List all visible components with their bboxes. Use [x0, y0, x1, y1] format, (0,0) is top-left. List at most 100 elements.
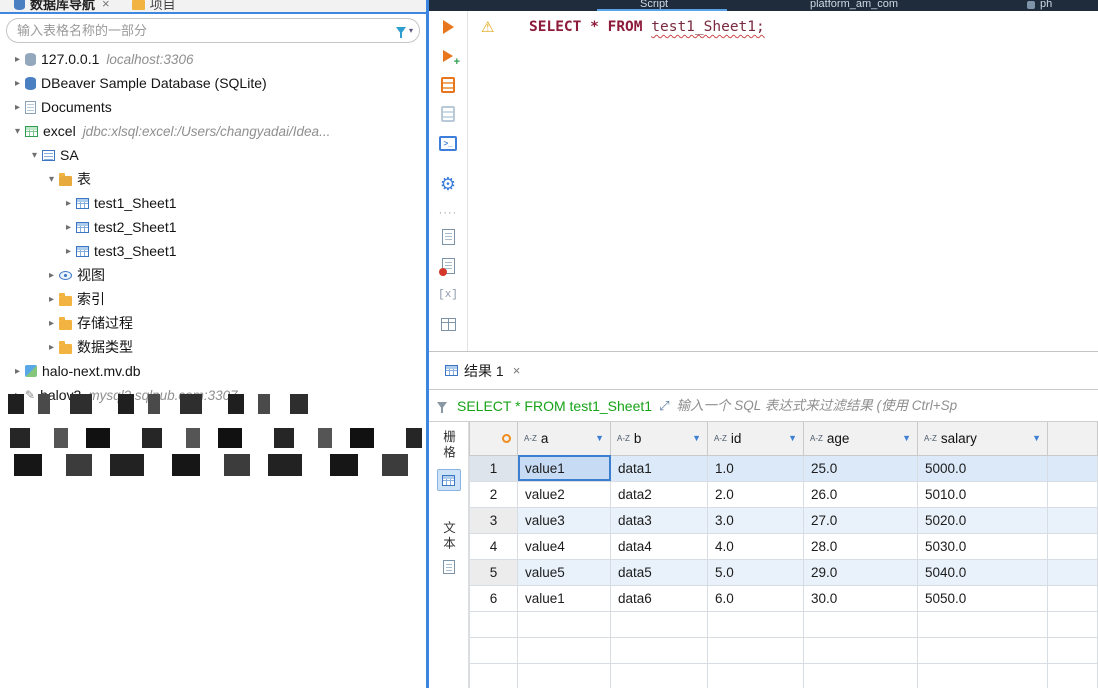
grid-cell[interactable]: value5	[517, 558, 611, 586]
tree-item-documents[interactable]: ▸ Documents	[0, 95, 426, 119]
chevron-right-icon[interactable]: ▸	[10, 366, 25, 377]
row-number[interactable]: 1	[469, 454, 518, 482]
editor-settings-button[interactable]: ⚙	[440, 175, 456, 193]
chevron-right-icon[interactable]: ▸	[10, 54, 25, 65]
grid-cell[interactable]: 26.0	[803, 480, 918, 508]
chevron-right-icon[interactable]: ▸	[44, 318, 59, 329]
grid-cell[interactable]: 28.0	[803, 532, 918, 560]
column-menu-icon[interactable]: ▼	[595, 433, 604, 443]
row-number-header[interactable]	[469, 422, 518, 456]
text-view-tab[interactable]	[442, 560, 455, 574]
grid-cell[interactable]: 5010.0	[917, 480, 1048, 508]
grid-cell[interactable]: 27.0	[803, 506, 918, 534]
grid-cell[interactable]: 5040.0	[917, 558, 1048, 586]
new-script-button[interactable]	[441, 229, 455, 245]
grid-cell[interactable]: value2	[517, 480, 611, 508]
column-menu-icon[interactable]: ▼	[1032, 433, 1041, 443]
tree-item-excel[interactable]: ▾ excel jdbc:xlsql:excel:/Users/changyad…	[0, 119, 426, 143]
chevron-right-icon[interactable]: ▸	[44, 270, 59, 281]
expand-icon[interactable]: ⤢	[659, 398, 669, 414]
grid-view-tab-label[interactable]: 栅格	[439, 430, 458, 461]
column-header-a[interactable]: A-Z a ▼	[517, 422, 611, 456]
result-filter-icon[interactable]	[437, 402, 447, 413]
grid-cell[interactable]: data1	[610, 454, 708, 482]
toggle-layout-button[interactable]	[440, 316, 456, 332]
tree-item-sa-schema[interactable]: ▾ SA	[0, 143, 426, 167]
grid-cell[interactable]: 4.0	[707, 532, 804, 560]
grid-cell[interactable]: data3	[610, 506, 708, 534]
execute-script-button[interactable]	[441, 77, 455, 93]
chevron-right-icon[interactable]: ▸	[61, 222, 76, 233]
chevron-right-icon[interactable]: ▸	[10, 102, 25, 113]
tree-item-127-0-0-1[interactable]: ▸ 127.0.0.1 localhost:3306	[0, 47, 426, 71]
grid-cell[interactable]: 25.0	[803, 454, 918, 482]
execute-statement-button[interactable]	[442, 19, 454, 35]
text-view-tab-label[interactable]: 文本	[439, 521, 458, 552]
grid-cell[interactable]: data5	[610, 558, 708, 586]
row-number[interactable]: 6	[469, 584, 518, 612]
tree-item-procedures-folder[interactable]: ▸ 存储过程	[0, 311, 426, 335]
chevron-right-icon[interactable]: ▸	[44, 294, 59, 305]
column-menu-icon[interactable]: ▼	[902, 433, 911, 443]
warning-icon[interactable]: ⚠	[481, 18, 494, 36]
tree-item-datatypes-folder[interactable]: ▸ 数据类型	[0, 335, 426, 359]
row-number[interactable]: 2	[469, 480, 518, 508]
tab-database-navigator[interactable]: 数据库导航 ×	[6, 0, 118, 12]
column-header-age[interactable]: A-Z age ▼	[803, 422, 918, 456]
table-name-filter-input[interactable]	[17, 23, 396, 38]
column-menu-icon[interactable]: ▼	[788, 433, 797, 443]
grid-cell[interactable]: data2	[610, 480, 708, 508]
execute-new-tab-button[interactable]: +	[443, 48, 460, 68]
chevron-down-icon[interactable]: ▾	[409, 26, 413, 35]
grid-cell[interactable]: 30.0	[803, 584, 918, 612]
grid-cell[interactable]: 5020.0	[917, 506, 1048, 534]
tree-item-tables-folder[interactable]: ▾ 表	[0, 167, 426, 191]
clear-editor-button[interactable]: [x]	[438, 287, 458, 303]
close-icon[interactable]: ×	[513, 363, 521, 378]
grid-cell[interactable]: 5000.0	[917, 454, 1048, 482]
chevron-down-icon[interactable]: ▾	[27, 150, 42, 161]
grid-cell[interactable]: 5030.0	[917, 532, 1048, 560]
column-header-b[interactable]: A-Z b ▼	[610, 422, 708, 456]
chevron-right-icon[interactable]: ▸	[44, 342, 59, 353]
tree-item-test2-sheet1[interactable]: ▸ test2_Sheet1	[0, 215, 426, 239]
grid-cell[interactable]: value1	[517, 584, 611, 612]
tree-item-dbeaver-sample[interactable]: ▸ DBeaver Sample Database (SQLite)	[0, 71, 426, 95]
sql-statement[interactable]: SELECT * FROM test1_Sheet1;	[529, 19, 765, 35]
tree-item-views-folder[interactable]: ▸ 视图	[0, 263, 426, 287]
grid-cell[interactable]: 5050.0	[917, 584, 1048, 612]
grid-cell[interactable]: 2.0	[707, 480, 804, 508]
filter-funnel-icon[interactable]	[395, 27, 406, 38]
column-header-id[interactable]: A-Z id ▼	[707, 422, 804, 456]
tree-item-test1-sheet1[interactable]: ▸ test1_Sheet1	[0, 191, 426, 215]
execute-script-natively-button[interactable]	[441, 106, 455, 122]
column-header-salary[interactable]: A-Z salary ▼	[917, 422, 1048, 456]
close-icon[interactable]: ×	[102, 0, 110, 11]
tab-projects[interactable]: 项目	[124, 0, 184, 12]
chevron-right-icon[interactable]: ▸	[10, 78, 25, 89]
chevron-right-icon[interactable]: ▸	[61, 198, 76, 209]
grid-cell[interactable]: 5.0	[707, 558, 804, 586]
results-tab[interactable]: 结果 1 ×	[437, 352, 528, 389]
column-menu-icon[interactable]: ▼	[692, 433, 701, 443]
grid-cell[interactable]: data6	[610, 584, 708, 612]
grid-cell[interactable]: 6.0	[707, 584, 804, 612]
grid-cell[interactable]: value3	[517, 506, 611, 534]
chevron-down-icon[interactable]: ▾	[10, 126, 25, 137]
tree-item-indexes-folder[interactable]: ▸ 索引	[0, 287, 426, 311]
grid-cell[interactable]: value1	[517, 454, 611, 482]
grid-view-tab[interactable]	[436, 469, 461, 491]
result-filter-input[interactable]	[676, 398, 1098, 413]
open-sql-console-button[interactable]: >_	[439, 135, 457, 151]
grid-cell[interactable]: 3.0	[707, 506, 804, 534]
tree-item-halo-next[interactable]: ▸ halo-next.mv.db	[0, 359, 426, 383]
grid-cell[interactable]: data4	[610, 532, 708, 560]
row-number[interactable]: 5	[469, 558, 518, 586]
chevron-down-icon[interactable]: ▾	[44, 174, 59, 185]
tree-item-test3-sheet1[interactable]: ▸ test3_Sheet1	[0, 239, 426, 263]
row-number[interactable]: 3	[469, 506, 518, 534]
grid-cell[interactable]: 1.0	[707, 454, 804, 482]
row-number[interactable]: 4	[469, 532, 518, 560]
grid-cell[interactable]: 29.0	[803, 558, 918, 586]
grid-cell[interactable]: value4	[517, 532, 611, 560]
